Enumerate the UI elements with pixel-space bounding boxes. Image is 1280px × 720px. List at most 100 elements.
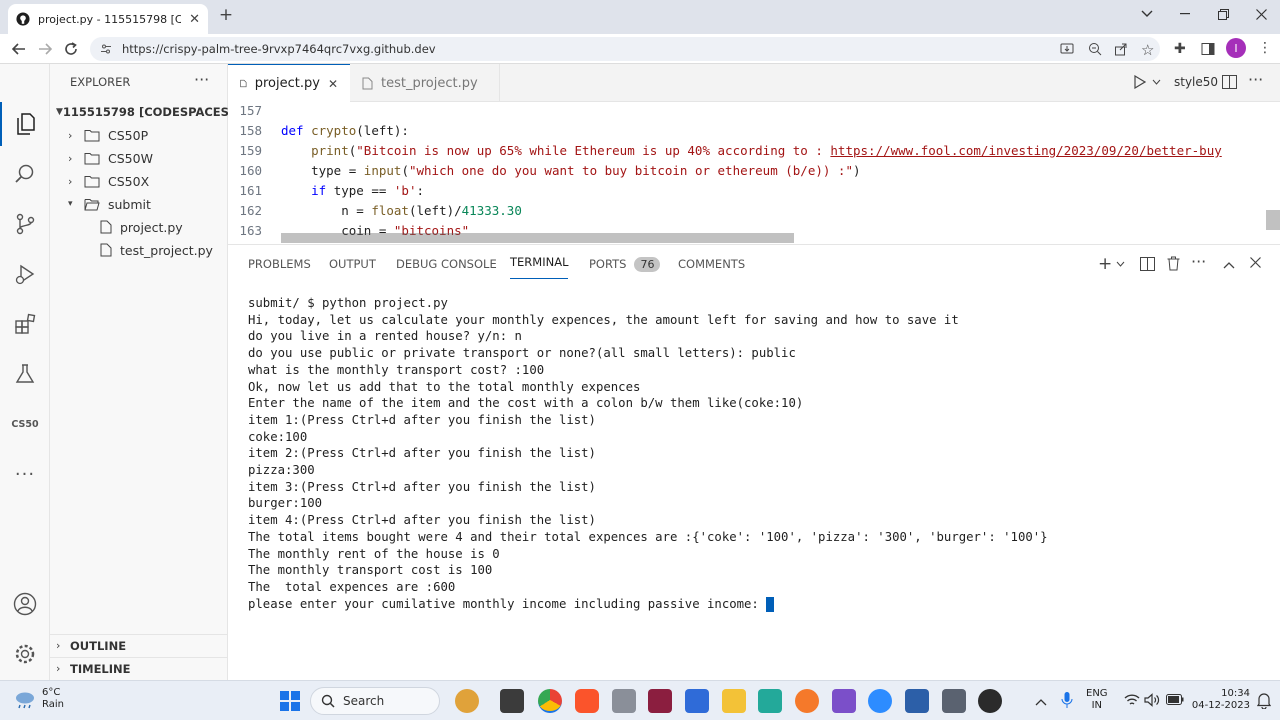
url-field[interactable]: https://crispy-palm-tree-9rvxp7464qrc7vx…: [90, 37, 1160, 61]
maximize-panel-icon[interactable]: [1223, 258, 1235, 272]
testing-activity[interactable]: [0, 352, 50, 396]
app-icon[interactable]: [978, 689, 1002, 713]
brave-icon[interactable]: [575, 689, 599, 713]
install-app-icon[interactable]: [1060, 42, 1074, 56]
tab-output[interactable]: OUTPUT: [329, 245, 376, 283]
minimize-icon[interactable]: [1166, 0, 1204, 28]
code-url[interactable]: https://www.fool.com/investing/2023/09/2…: [830, 143, 1221, 158]
close-panel-icon[interactable]: [1250, 257, 1261, 271]
app-icon[interactable]: [758, 689, 782, 713]
battery-icon[interactable]: [1166, 694, 1184, 708]
timeline-section[interactable]: › TIMELINE: [50, 657, 228, 679]
file-test-project-py[interactable]: test_project.py: [50, 239, 228, 261]
reload-icon[interactable]: [62, 40, 80, 58]
close-window-icon[interactable]: [1242, 0, 1280, 28]
accounts-activity[interactable]: [0, 582, 50, 626]
browser-tab[interactable]: project.py - 115515798 [Codesp ✕: [8, 4, 208, 34]
taskbar-search[interactable]: Search: [310, 687, 440, 715]
browser-menu-icon[interactable]: ⋮: [1258, 40, 1272, 56]
maximize-icon[interactable]: [1204, 0, 1242, 28]
chevron-up-icon[interactable]: [1035, 695, 1047, 709]
app-icon[interactable]: [612, 689, 636, 713]
tab-label: project.py: [254, 76, 320, 91]
new-terminal-icon[interactable]: +: [1098, 254, 1125, 274]
blender-icon[interactable]: [795, 689, 819, 713]
tab-test-project-py[interactable]: test_project.py: [350, 64, 500, 102]
terminal-line: item 1:(Press Ctrl+d after you finish th…: [248, 412, 596, 427]
explorer-more-icon[interactable]: ···: [194, 70, 209, 89]
visual-studio-icon[interactable]: [832, 689, 856, 713]
app-icon[interactable]: [648, 689, 672, 713]
trash-icon[interactable]: [1167, 256, 1180, 274]
folder-label: submit: [108, 196, 151, 212]
folder-cs50w[interactable]: › CS50W: [50, 147, 228, 169]
back-icon[interactable]: [10, 40, 28, 58]
code-keyword: def: [281, 123, 304, 138]
start-button[interactable]: [280, 691, 300, 711]
tab-problems[interactable]: PROBLEMS: [248, 245, 311, 283]
split-editor-icon[interactable]: [1222, 75, 1237, 92]
chrome-icon[interactable]: [538, 689, 562, 713]
split-terminal-icon[interactable]: [1140, 257, 1155, 274]
zoom-icon[interactable]: [1088, 42, 1102, 56]
site-info-icon[interactable]: [100, 43, 112, 55]
folder-cs50x[interactable]: › CS50X: [50, 170, 228, 192]
line-number: 161: [239, 183, 262, 198]
explorer-activity[interactable]: [0, 102, 50, 146]
editor-more-icon[interactable]: ···: [1248, 70, 1263, 89]
source-control-activity[interactable]: [0, 202, 50, 246]
tab-search-icon[interactable]: [1128, 0, 1166, 28]
close-tab-icon[interactable]: ✕: [189, 12, 200, 27]
tab-terminal[interactable]: TERMINAL: [510, 245, 569, 279]
file-project-py[interactable]: project.py: [50, 216, 228, 238]
zoom-icon[interactable]: [868, 689, 892, 713]
weather-widget[interactable]: 6°C Rain: [14, 687, 64, 711]
run-debug-activity[interactable]: [0, 252, 50, 296]
cs50-activity[interactable]: CS50: [0, 402, 50, 446]
folder-cs50p[interactable]: › CS50P: [50, 124, 228, 146]
side-panel-icon[interactable]: [1201, 42, 1215, 56]
new-tab-icon[interactable]: +: [216, 5, 236, 25]
app-icon[interactable]: [455, 689, 479, 713]
code-string: 'b': [393, 183, 417, 198]
clock[interactable]: 10:34 04-12-2023: [1190, 688, 1250, 712]
calendar-app-icon[interactable]: [685, 689, 709, 713]
wifi-icon[interactable]: [1124, 693, 1140, 710]
forward-icon[interactable]: [36, 40, 54, 58]
run-file-button[interactable]: [1134, 75, 1161, 89]
tab-debug-console[interactable]: DEBUG CONSOLE: [396, 245, 497, 283]
horizontal-scrollbar[interactable]: [281, 233, 794, 243]
vertical-scrollbar[interactable]: [1266, 210, 1280, 230]
tab-comments[interactable]: COMMENTS: [678, 245, 745, 283]
search-activity[interactable]: [0, 152, 50, 196]
file-manager-icon[interactable]: [500, 689, 524, 713]
volume-icon[interactable]: [1144, 693, 1160, 710]
folder-app-icon[interactable]: [722, 689, 746, 713]
profile-avatar[interactable]: I: [1226, 38, 1246, 58]
outline-section[interactable]: › OUTLINE: [50, 634, 228, 656]
extensions-icon[interactable]: ✚: [1174, 41, 1186, 57]
terminal-cursor[interactable]: [766, 596, 775, 612]
terminal-line: item 3:(Press Ctrl+d after you finish th…: [248, 479, 596, 494]
app-icon[interactable]: [942, 689, 966, 713]
folder-submit[interactable]: ▾ submit: [50, 193, 228, 215]
bookmark-star-icon[interactable]: ☆: [1141, 41, 1154, 59]
extensions-activity[interactable]: [0, 302, 50, 346]
language-indicator[interactable]: ENG IN: [1086, 688, 1108, 712]
panel-more-icon[interactable]: ···: [1191, 252, 1206, 271]
close-icon[interactable]: ✕: [328, 77, 338, 91]
tab-project-py[interactable]: project.py ✕: [228, 64, 350, 102]
code-editor[interactable]: 157 158 def crypto(left): 159 print("Bitc…: [228, 102, 1280, 244]
share-icon[interactable]: [1114, 42, 1128, 56]
rain-cloud-icon: [16, 692, 34, 709]
workspace-root[interactable]: ▼ 115515798 [CODESPACES: ...: [50, 101, 251, 123]
notification-bell-icon[interactable]: [1256, 692, 1272, 712]
virtualbox-icon[interactable]: [905, 689, 929, 713]
tab-ports[interactable]: PORTS 76: [589, 245, 661, 283]
terminal-output[interactable]: submit/ $ python project.py Hi, today, le…: [248, 295, 1268, 612]
manage-activity[interactable]: [0, 632, 50, 676]
style50-button[interactable]: style50: [1174, 75, 1218, 89]
microphone-icon[interactable]: [1061, 691, 1073, 712]
explorer-sidebar: EXPLORER ··· ▼ 115515798 [CODESPACES: ..…: [50, 64, 251, 680]
more-activity[interactable]: ···: [0, 452, 50, 496]
